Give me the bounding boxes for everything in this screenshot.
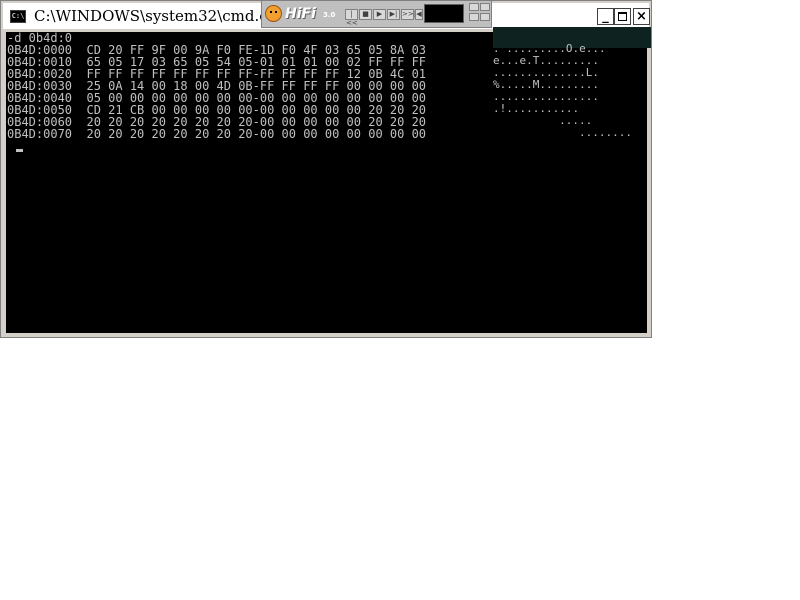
window-title: C:\WINDOWS\system32\cmd.exe - [34,7,296,25]
previous-button[interactable]: |<< [345,9,358,27]
player-mode-icon[interactable] [480,13,490,21]
maximize-button[interactable] [614,8,631,25]
volume-button[interactable]: ◀ [415,9,423,20]
player-display [424,4,464,23]
ascii-dump-line: ........ [526,126,632,139]
player-version: 3.0 [323,11,336,19]
fast-forward-button[interactable]: >>| [401,9,416,20]
close-button[interactable]: × [633,8,650,25]
maximize-icon [618,12,627,21]
hifi-player[interactable]: HiFi 3.0 |<< ■ ▶ ▶| >>| ◀ [261,0,492,28]
play-button[interactable]: ▶ [373,9,386,20]
next-button[interactable]: ▶| [387,9,400,20]
player-minimize-icon[interactable] [469,3,479,11]
player-menu-icon[interactable] [469,13,479,21]
player-mascot-icon [265,5,282,22]
text-cursor [16,149,23,152]
hex-line: 0B4D:0070 20 20 20 20 20 20 20 20-00 00 … [7,127,427,141]
cmd-icon[interactable]: C:\ [10,10,26,23]
player-logo: HiFi [285,6,316,22]
player-close-icon[interactable] [480,3,490,11]
stop-button[interactable]: ■ [359,9,372,20]
minimize-button[interactable]: _ [597,8,614,25]
